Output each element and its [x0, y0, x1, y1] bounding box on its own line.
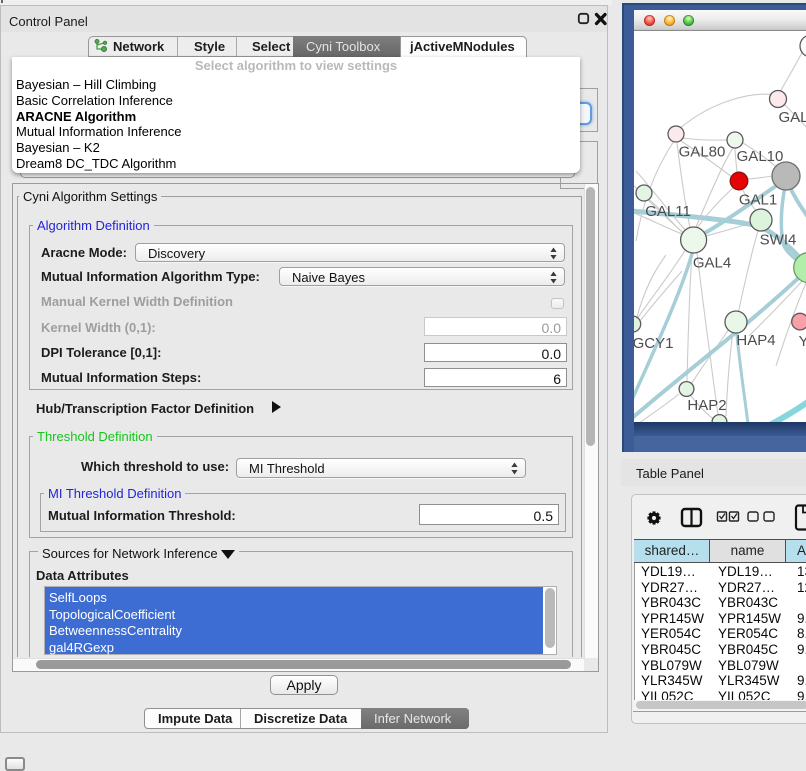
svg-text:GAL1: GAL1 [739, 192, 777, 209]
svg-text:HAP2: HAP2 [687, 397, 726, 414]
svg-text:GCY1: GCY1 [634, 335, 673, 352]
svg-text:YM: YM [799, 333, 806, 350]
svg-text:GAL10: GAL10 [737, 148, 784, 165]
svg-text:HAP4: HAP4 [736, 332, 775, 349]
svg-text:GAL4: GAL4 [693, 255, 731, 272]
svg-text:GAL80: GAL80 [679, 144, 726, 161]
svg-text:GAL7: GAL7 [779, 109, 806, 126]
svg-text:GAL11: GAL11 [645, 203, 691, 220]
svg-text:SWI4: SWI4 [760, 232, 797, 249]
